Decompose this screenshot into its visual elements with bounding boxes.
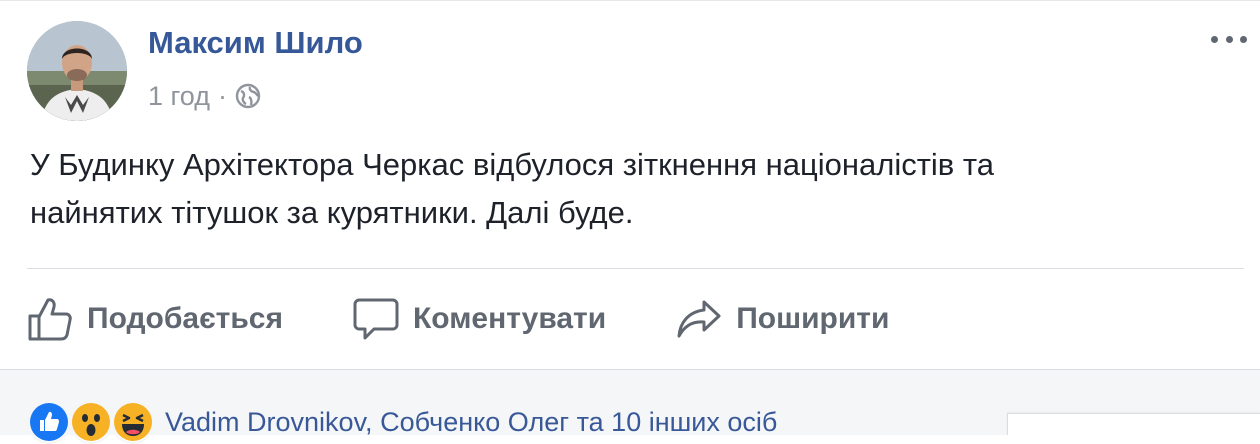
like-reaction-icon: [27, 400, 71, 444]
like-label: Подобається: [87, 302, 283, 335]
haha-reaction-icon: [111, 400, 155, 444]
reaction-icons[interactable]: [27, 400, 155, 444]
author-name[interactable]: Максим Шило: [148, 25, 363, 61]
post-text-line: У Будинку Архітектора Черкас відбулося з…: [30, 147, 994, 182]
divider: [27, 268, 1244, 269]
post-text: У Будинку Архітектора Черкас відбулося з…: [30, 141, 1210, 237]
post-card: Максим Шило 1 год · У Будинку Архітектор…: [0, 0, 1260, 444]
wow-reaction-icon: [69, 400, 113, 444]
avatar-photo: [27, 21, 127, 121]
post-timestamp[interactable]: 1 год: [148, 81, 210, 112]
more-options-icon[interactable]: [1211, 29, 1247, 49]
avatar[interactable]: [27, 21, 127, 121]
share-arrow-icon: [676, 296, 722, 342]
post-meta: 1 год ·: [148, 79, 261, 113]
globe-icon[interactable]: [235, 83, 261, 109]
speech-bubble-icon: [353, 296, 399, 342]
post-text-line: найнятих тітушок за курятники. Далі буде…: [30, 195, 634, 230]
comment-label: Коментувати: [412, 302, 607, 335]
reactions-summary: Vadim Drovnikov, Собченко Олег та 10 інш…: [27, 400, 777, 444]
share-label: Поширити: [736, 302, 890, 335]
action-bar: Подобається Коментувати Поширити: [27, 293, 889, 345]
like-button[interactable]: Подобається: [27, 296, 283, 342]
comment-button[interactable]: Коментувати: [353, 296, 606, 342]
share-button[interactable]: Поширити: [676, 296, 889, 342]
thumbs-up-icon: [27, 296, 73, 342]
meta-separator: ·: [217, 80, 227, 111]
chat-panel-edge: [1007, 413, 1260, 435]
